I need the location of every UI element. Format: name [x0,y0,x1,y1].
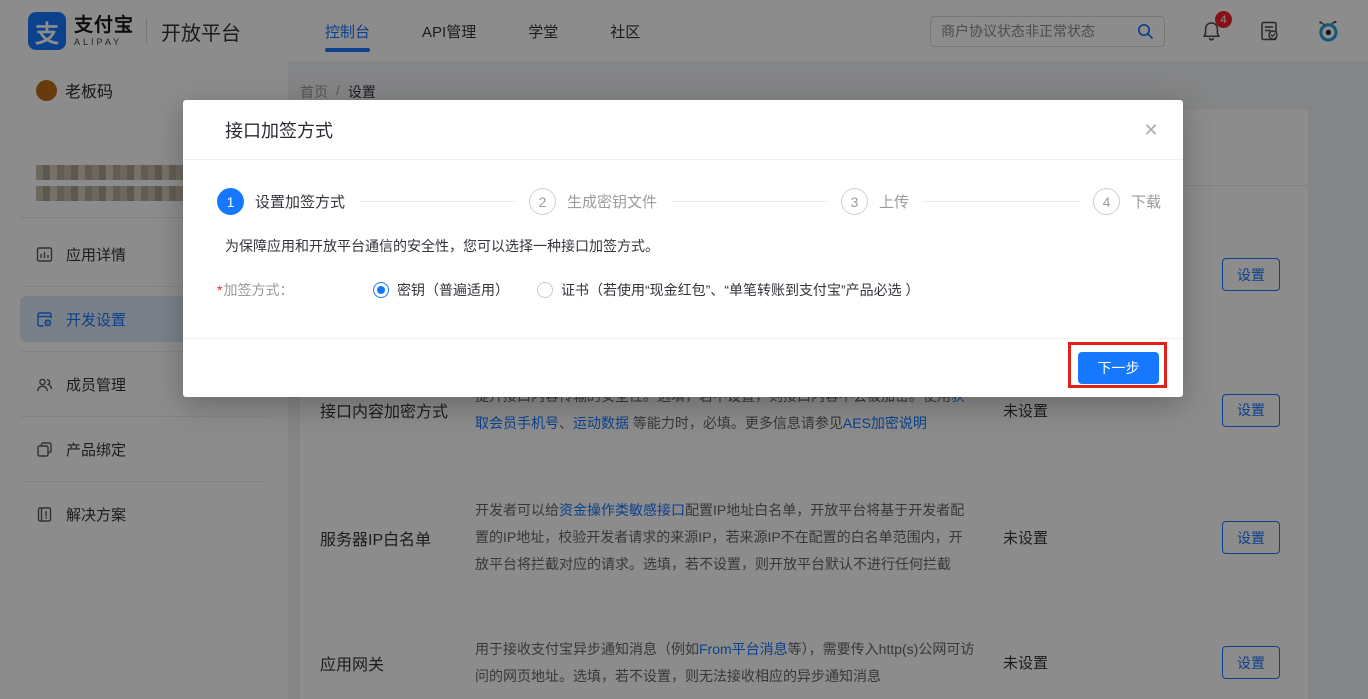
step-number: 2 [529,188,556,215]
step-connector [923,201,1079,202]
screen: 支 支付宝 ALIPAY 开放平台 控制台 API管理 学堂 社区 [0,0,1368,699]
close-icon[interactable]: ✕ [1139,118,1163,142]
step-number: 1 [217,188,244,215]
step-connector [359,201,515,202]
step-4-download: 4 下载 [1093,188,1161,215]
step-number: 3 [841,188,868,215]
radio-label: 密钥（普遍适用） [397,280,509,300]
signing-method-field: *加签方式： 密钥（普遍适用） 证书（若使用“现金红包”、“单笔转账到支付宝”产… [217,280,920,300]
stepper: 1 设置加签方式 2 生成密钥文件 3 上传 4 下载 [183,188,1183,215]
radio-option-certificate[interactable]: 证书（若使用“现金红包”、“单笔转账到支付宝”产品必选 ） [537,280,920,300]
radio-label: 证书（若使用“现金红包”、“单笔转账到支付宝”产品必选 ） [561,280,920,300]
step-label: 设置加签方式 [255,191,345,212]
modal-description: 为保障应用和开放平台通信的安全性，您可以选择一种接口加签方式。 [225,236,659,256]
radio-unselected-icon [537,282,553,298]
step-label: 下载 [1131,191,1161,212]
radio-option-key[interactable]: 密钥（普遍适用） [373,280,509,300]
inline-link[interactable]: 现金红包 [650,282,706,298]
modal-title: 接口加签方式 [225,117,333,143]
signing-method-modal: 接口加签方式 ✕ 1 设置加签方式 2 生成密钥文件 3 上传 4 下载 [183,100,1183,397]
step-label: 生成密钥文件 [567,191,657,212]
modal-footer: 下一步 [183,338,1183,397]
required-mark: * [217,282,222,298]
step-1-set-signing-method: 1 设置加签方式 [217,188,345,215]
step-label: 上传 [879,191,909,212]
inline-link[interactable]: 单笔转账到支付宝 [729,282,841,298]
field-label-text: 加签方式： [223,282,293,298]
step-connector [671,201,827,202]
step-3-upload: 3 上传 [841,188,909,215]
radio-selected-icon [373,282,389,298]
step-2-generate-keys: 2 生成密钥文件 [529,188,657,215]
step-number: 4 [1093,188,1120,215]
field-label: *加签方式： [217,280,373,300]
next-step-button[interactable]: 下一步 [1078,352,1159,384]
modal-header: 接口加签方式 ✕ [183,100,1183,160]
